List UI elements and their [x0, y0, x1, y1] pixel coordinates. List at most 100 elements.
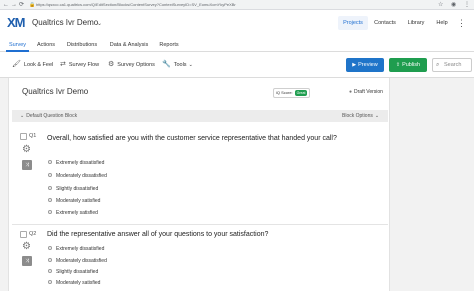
- question-select-checkbox[interactable]: [20, 231, 27, 238]
- tab-distributions[interactable]: Distributions: [63, 38, 101, 52]
- tab-reports[interactable]: Reports: [156, 38, 182, 52]
- block-header: ⌄ Default Question Block Block Options ⌄: [12, 110, 388, 122]
- choice-label: Slightly dissatisfied: [56, 186, 99, 192]
- chevron-down-icon: ⌄: [374, 113, 380, 119]
- project-tabs: Survey Actions Distributions Data & Anal…: [0, 38, 474, 52]
- status-dot-icon: ●: [349, 89, 353, 95]
- survey-canvas: Qualtrics Ivr Demo iQ Score: Great ● Draft…: [0, 78, 474, 291]
- nav-help[interactable]: Help: [432, 16, 452, 30]
- choice-option[interactable]: Moderately satisfied: [48, 196, 100, 206]
- radio-button[interactable]: [48, 246, 52, 250]
- question-number: Q1: [29, 133, 37, 139]
- iq-score-label: iQ Score:: [276, 90, 293, 95]
- draft-status-label: Draft Version: [354, 89, 383, 95]
- choice-label: Moderately satisfied: [56, 198, 101, 204]
- radio-button[interactable]: [48, 198, 52, 202]
- choice-option[interactable]: Moderately dissatisfied: [48, 171, 107, 181]
- tab-data-analysis[interactable]: Data & Analysis: [106, 38, 152, 52]
- survey-toolbar: 🖌 Look & Feel ⇄ Survey Flow ⚙ Survey Option…: [0, 52, 474, 78]
- lock-icon: 🔒: [29, 2, 36, 8]
- search-input[interactable]: ⌕ Search: [432, 58, 472, 72]
- choice-option[interactable]: Moderately satisfied: [48, 278, 100, 288]
- radio-button[interactable]: [48, 210, 52, 214]
- upload-icon: ⇪: [395, 62, 401, 68]
- radio-button[interactable]: [48, 258, 52, 262]
- block-options-button[interactable]: Block Options ⌄: [342, 110, 379, 122]
- reload-icon[interactable]: ⟳: [19, 1, 24, 9]
- look-feel-label: Look & Feel: [23, 62, 54, 68]
- choice-option[interactable]: Slightly dissatisfied: [48, 184, 98, 194]
- choice-option[interactable]: Moderately dissatisfied: [48, 256, 107, 266]
- question-divider: [12, 224, 388, 225]
- chevron-down-icon[interactable]: ⌄: [97, 19, 102, 29]
- radio-button[interactable]: [48, 280, 52, 284]
- preview-label: Preview: [358, 62, 378, 68]
- choice-label: Moderately satisfied: [56, 280, 101, 286]
- flow-icon: ⇄: [60, 61, 66, 68]
- profile-icon[interactable]: ◉: [451, 1, 456, 9]
- choice-option[interactable]: Extremely satisfied: [48, 208, 98, 218]
- logic-icon[interactable]: ⤨: [22, 160, 32, 170]
- block-name-label: Default Question Block: [26, 113, 78, 119]
- tab-actions[interactable]: Actions: [33, 38, 59, 52]
- block-name[interactable]: ⌄ Default Question Block: [20, 110, 77, 122]
- iq-score-badge[interactable]: iQ Score: Great: [273, 88, 311, 98]
- paintbrush-icon: 🖌: [12, 61, 21, 68]
- survey-options-label: Survey Options: [117, 62, 155, 68]
- tools-button[interactable]: 🔧 Tools ⌄: [162, 59, 193, 71]
- bookmark-icon[interactable]: ☆: [438, 1, 443, 9]
- look-feel-button[interactable]: 🖌 Look & Feel: [12, 59, 53, 71]
- back-icon[interactable]: ←: [3, 1, 9, 9]
- choice-label: Extremely dissatisfied: [56, 246, 105, 252]
- block-options-label: Block Options: [342, 113, 373, 119]
- more-icon[interactable]: ⋮: [457, 19, 466, 28]
- choice-label: Extremely dissatisfied: [56, 160, 105, 166]
- question-text[interactable]: Overall, how satisfied are you with the …: [47, 134, 377, 144]
- survey-title[interactable]: Qualtrics Ivr Demo: [22, 87, 88, 97]
- search-icon: ⌕: [436, 62, 440, 68]
- preview-button[interactable]: ▶ Preview: [346, 58, 384, 72]
- browser-menu-icon[interactable]: ⋮: [464, 1, 470, 9]
- logic-icon[interactable]: ⤨: [22, 256, 32, 266]
- gear-icon: ⚙: [108, 61, 115, 68]
- radio-button[interactable]: [48, 186, 52, 190]
- forward-icon[interactable]: →: [11, 1, 17, 9]
- survey-options-button[interactable]: ⚙ Survey Options: [108, 59, 155, 71]
- browser-toolbar: ← → ⟳ 🔒 https://qsxco.ca1.qualtrics.com/…: [0, 0, 474, 10]
- question-select-checkbox[interactable]: [20, 133, 27, 140]
- choice-option[interactable]: Extremely dissatisfied: [48, 158, 104, 168]
- gear-icon[interactable]: ⚙: [22, 242, 31, 252]
- tab-survey[interactable]: Survey: [6, 38, 29, 52]
- survey-flow-label: Survey Flow: [68, 62, 100, 68]
- radio-button[interactable]: [48, 160, 52, 164]
- question-text[interactable]: Did the representative answer all of you…: [47, 230, 377, 240]
- radio-button[interactable]: [48, 269, 52, 273]
- wrench-icon: 🔧: [162, 61, 171, 68]
- question-number: Q2: [29, 231, 37, 237]
- tools-label: Tools: [173, 62, 187, 68]
- survey-editor: Qualtrics Ivr Demo iQ Score: Great ● Draft…: [8, 78, 390, 291]
- gear-icon[interactable]: ⚙: [22, 145, 31, 155]
- nav-projects[interactable]: Projects: [338, 16, 368, 30]
- nav-library[interactable]: Library: [403, 16, 429, 30]
- choice-option[interactable]: Slightly dissatisfied: [48, 267, 98, 277]
- iq-score-value: Great: [294, 90, 308, 96]
- radio-button[interactable]: [48, 173, 52, 177]
- address-bar[interactable]: https://qsxco.ca1.qualtrics.com/Q/EditSe…: [36, 1, 236, 9]
- choice-label: Moderately dissatisfied: [56, 173, 107, 179]
- xm-logo[interactable]: XM: [7, 15, 25, 31]
- draft-status[interactable]: ● Draft Version: [349, 87, 383, 97]
- survey-flow-button[interactable]: ⇄ Survey Flow: [60, 59, 99, 71]
- choice-label: Moderately dissatisfied: [56, 258, 107, 264]
- play-icon: ▶: [352, 62, 357, 68]
- chevron-down-icon[interactable]: ⌄: [20, 113, 24, 119]
- publish-label: Publish: [402, 62, 421, 68]
- search-placeholder: Search: [444, 62, 462, 68]
- choice-label: Extremely satisfied: [56, 210, 98, 216]
- project-title[interactable]: Qualtrics Ivr Demo: [32, 18, 98, 28]
- app-header: XM Qualtrics Ivr Demo ⌄ Projects Contact…: [0, 10, 474, 38]
- chevron-down-icon: ⌄: [188, 62, 193, 68]
- publish-button[interactable]: ⇪ Publish: [389, 58, 427, 72]
- nav-contacts[interactable]: Contacts: [371, 16, 399, 30]
- choice-option[interactable]: Extremely dissatisfied: [48, 244, 104, 254]
